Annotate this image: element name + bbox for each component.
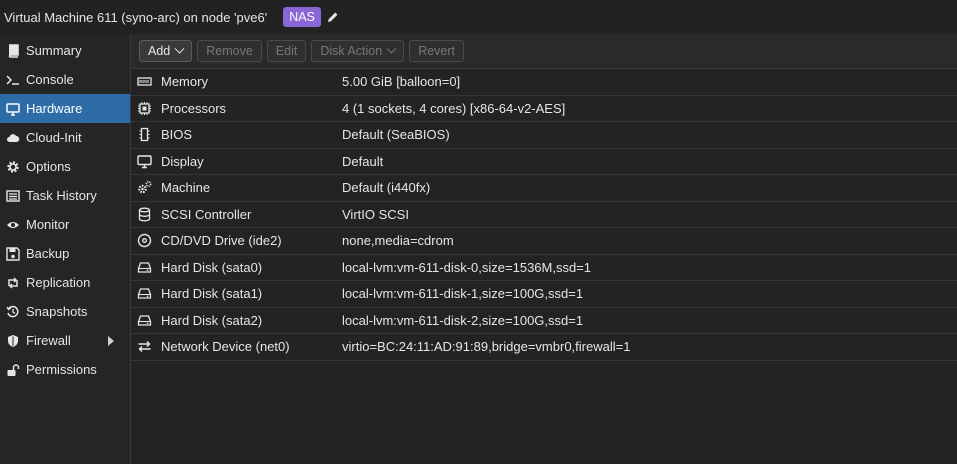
sidebar-item-snapshots[interactable]: Snapshots — [0, 297, 130, 326]
sidebar-item-label: Options — [26, 159, 71, 174]
sidebar-item-firewall[interactable]: Firewall — [0, 326, 130, 355]
table-row[interactable]: Machine Default (i440fx) — [131, 175, 957, 202]
chip-icon — [135, 127, 153, 143]
remove-button[interactable]: Remove — [197, 40, 262, 62]
database-icon — [135, 206, 153, 222]
terminal-icon — [5, 72, 21, 88]
hardware-name: CD/DVD Drive (ide2) — [161, 233, 282, 249]
sidebar-item-label: Task History — [26, 188, 97, 203]
hardware-name: Hard Disk (sata1) — [161, 286, 263, 302]
table-row[interactable]: Memory 5.00 GiB [balloon=0] — [131, 69, 957, 96]
chevron-down-icon — [174, 43, 185, 54]
hardware-value: local-lvm:vm-611-disk-2,size=100G,ssd=1 — [342, 312, 584, 328]
add-button[interactable]: Add — [139, 40, 193, 62]
disk-action-button[interactable]: Disk Action — [311, 40, 405, 62]
pencil-icon[interactable] — [327, 11, 339, 23]
page-title: Virtual Machine 611 (syno-arc) on node '… — [4, 9, 268, 25]
hardware-panel: Add Remove Edit Disk Action Revert Memor… — [130, 34, 957, 464]
sidebar-item-label: Replication — [26, 275, 91, 290]
floppy-icon — [5, 246, 21, 262]
table-row[interactable]: CD/DVD Drive (ide2) none,media=cdrom — [131, 228, 957, 255]
hardware-name: BIOS — [161, 127, 193, 143]
hdd-icon — [135, 312, 153, 328]
sidebar-item-label: Permissions — [26, 362, 97, 377]
hardware-value: VirtIO SCSI — [342, 206, 409, 222]
sidebar-item-label: Firewall — [26, 333, 71, 348]
sidebar-item-hardware[interactable]: Hardware — [0, 94, 130, 123]
book-icon — [5, 43, 21, 59]
toolbar: Add Remove Edit Disk Action Revert — [131, 34, 957, 69]
hardware-value: Default (SeaBIOS) — [342, 127, 450, 143]
hardware-grid: Memory 5.00 GiB [balloon=0] Processors 4… — [131, 69, 957, 361]
shield-icon — [5, 333, 21, 349]
hardware-value: 4 (1 sockets, 4 cores) [x86-64-v2-AES] — [342, 100, 566, 116]
revert-button[interactable]: Revert — [409, 40, 465, 62]
eye-icon — [5, 217, 21, 233]
table-row[interactable]: SCSI Controller VirtIO SCSI — [131, 202, 957, 228]
sidebar-item-label: Backup — [26, 246, 70, 261]
sidebar-item-label: Snapshots — [26, 304, 88, 319]
sidebar-item-label: Summary — [26, 43, 82, 58]
hardware-value: Default — [342, 153, 384, 169]
sidebar-item-label: Cloud-Init — [26, 130, 82, 145]
sidebar-item-cloud-init[interactable]: Cloud-Init — [0, 123, 130, 152]
hardware-value: virtio=BC:24:11:AD:91:89,bridge=vmbr0,fi… — [342, 339, 631, 355]
sidebar-item-options[interactable]: Options — [0, 152, 130, 181]
table-row[interactable]: Network Device (net0) virtio=BC:24:11:AD… — [131, 334, 957, 361]
hardware-name: Machine — [161, 180, 211, 196]
sidebar-item-replication[interactable]: Replication — [0, 268, 130, 297]
sidebar-item-label: Monitor — [26, 217, 70, 232]
table-row[interactable]: BIOS Default (SeaBIOS) — [131, 122, 957, 149]
disk-action-label: Disk Action — [320, 44, 383, 58]
hardware-value: local-lvm:vm-611-disk-1,size=100G,ssd=1 — [342, 286, 584, 302]
display-icon — [135, 153, 153, 169]
hardware-name: SCSI Controller — [161, 206, 252, 222]
table-row[interactable]: Hard Disk (sata0) local-lvm:vm-611-disk-… — [131, 255, 957, 281]
tag-badge[interactable]: NAS — [283, 7, 321, 27]
hardware-name: Hard Disk (sata0) — [161, 259, 263, 275]
unlock-icon — [5, 362, 21, 378]
hardware-name: Network Device (net0) — [161, 339, 290, 355]
hardware-name: Hard Disk (sata2) — [161, 312, 263, 328]
sidebar-item-summary[interactable]: Summary — [0, 36, 130, 65]
sidebar-item-label: Hardware — [26, 101, 83, 116]
sidebar-item-monitor[interactable]: Monitor — [0, 210, 130, 239]
retweet-icon — [5, 275, 21, 291]
cloud-icon — [5, 130, 21, 146]
history-icon — [5, 304, 21, 320]
sidebar-item-console[interactable]: Console — [0, 65, 130, 94]
table-row[interactable]: Processors 4 (1 sockets, 4 cores) [x86-6… — [131, 96, 957, 122]
sidebar-item-permissions[interactable]: Permissions — [0, 355, 130, 384]
hardware-value: 5.00 GiB [balloon=0] — [342, 74, 461, 90]
hardware-value: Default (i440fx) — [342, 180, 431, 196]
sidebar-item-label: Console — [26, 72, 74, 87]
gear-icon — [5, 159, 21, 175]
hdd-icon — [135, 259, 153, 275]
hardware-name: Display — [161, 153, 204, 169]
exchange-icon — [135, 339, 153, 355]
table-row[interactable]: Display Default — [131, 149, 957, 175]
title-bar: Virtual Machine 611 (syno-arc) on node '… — [0, 0, 957, 34]
list-icon — [5, 188, 21, 204]
sidebar: Summary Console Hardware Cloud-Init Opti… — [0, 34, 130, 464]
hardware-value: none,media=cdrom — [342, 233, 454, 249]
table-row[interactable]: Hard Disk (sata2) local-lvm:vm-611-disk-… — [131, 308, 957, 334]
cogs-icon — [135, 180, 153, 196]
hardware-name: Memory — [161, 74, 208, 90]
edit-button[interactable]: Edit — [266, 40, 307, 62]
add-button-label: Add — [148, 44, 171, 58]
sidebar-item-task-history[interactable]: Task History — [0, 181, 130, 210]
memory-icon — [135, 74, 153, 90]
cdrom-icon — [135, 233, 153, 249]
hdd-icon — [135, 286, 153, 302]
hardware-value: local-lvm:vm-611-disk-0,size=1536M,ssd=1 — [342, 259, 592, 275]
chevron-down-icon — [386, 43, 397, 54]
sidebar-item-backup[interactable]: Backup — [0, 239, 130, 268]
submenu-arrow-icon[interactable] — [108, 336, 114, 346]
desktop-icon — [5, 101, 21, 117]
cpu-icon — [135, 100, 153, 116]
table-row[interactable]: Hard Disk (sata1) local-lvm:vm-611-disk-… — [131, 281, 957, 308]
hardware-name: Processors — [161, 100, 227, 116]
